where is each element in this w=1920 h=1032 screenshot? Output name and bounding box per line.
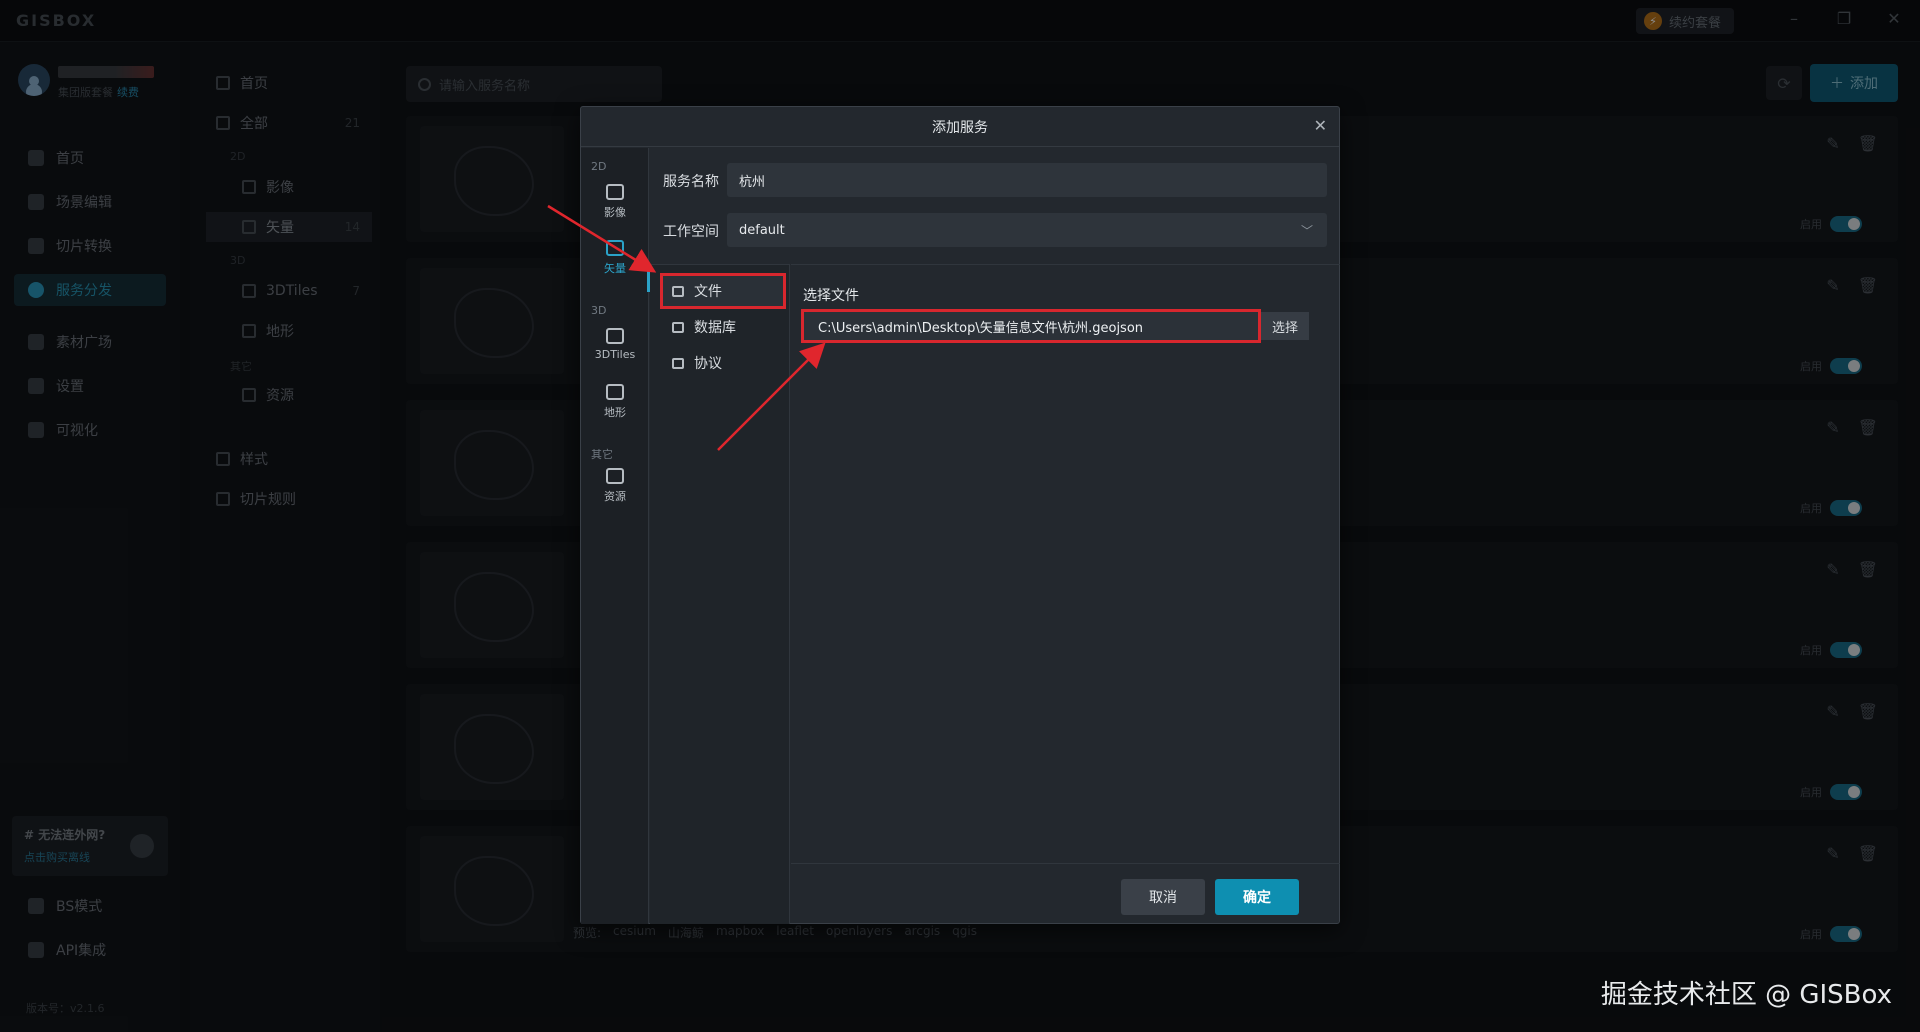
vector-icon	[606, 240, 624, 256]
type-section-other: 其它	[591, 448, 613, 461]
source-label: 文件	[694, 284, 722, 300]
workspace-select[interactable]: default ﹀	[727, 213, 1327, 247]
type-label: 3DTiles	[594, 348, 636, 361]
mountain-icon	[606, 384, 624, 400]
file-path-input[interactable]: C:\Users\admin\Desktop\矢量信息文件\杭州.geojson	[801, 309, 1261, 343]
type-label: 影像	[604, 206, 626, 219]
source-label: 协议	[694, 356, 722, 372]
folder-icon	[672, 285, 684, 297]
source-file[interactable]: 文件	[660, 273, 786, 309]
dialog-header: 添加服务 ✕	[581, 107, 1339, 147]
cancel-button[interactable]: 取消	[1121, 879, 1205, 915]
dialog-title: 添加服务	[932, 119, 988, 136]
choose-file-button[interactable]: 选择	[1261, 312, 1309, 340]
dialog-footer: 取消 确定	[791, 863, 1340, 924]
type-label: 矢量	[604, 262, 626, 275]
type-3dtiles[interactable]: 3DTiles	[581, 328, 649, 361]
cube-icon	[606, 328, 624, 344]
service-name-input[interactable]: 杭州	[727, 163, 1327, 197]
service-name-label: 服务名称	[663, 174, 719, 190]
chevron-down-icon: ﹀	[1300, 224, 1313, 238]
type-label: 资源	[604, 490, 626, 503]
type-imagery[interactable]: 影像	[581, 184, 649, 220]
protocol-icon	[672, 357, 684, 369]
type-section-2d: 2D	[591, 160, 607, 173]
type-resource[interactable]: 资源	[581, 468, 649, 504]
close-icon[interactable]: ✕	[1314, 116, 1327, 135]
watermark: 掘金技术社区 @ GISBox	[1600, 980, 1892, 1010]
type-section-3d: 3D	[591, 304, 607, 317]
select-file-title: 选择文件	[803, 288, 859, 304]
satellite-icon	[606, 184, 624, 200]
source-type-list: 文件 数据库 协议	[650, 264, 790, 924]
type-label: 地形	[604, 406, 626, 419]
type-vector[interactable]: 矢量	[581, 240, 650, 292]
workspace-value: default	[739, 222, 785, 238]
confirm-button[interactable]: 确定	[1215, 879, 1299, 915]
file-select-panel: 选择文件 C:\Users\admin\Desktop\矢量信息文件\杭州.ge…	[791, 264, 1340, 854]
source-label: 数据库	[694, 320, 736, 336]
add-service-dialog: 添加服务 ✕ 2D 影像 矢量 3D 3DTiles 地形 其它 资源 服务名称…	[580, 106, 1340, 924]
source-protocol[interactable]: 协议	[662, 347, 784, 379]
database-icon	[672, 321, 684, 333]
service-type-bar: 2D 影像 矢量 3D 3DTiles 地形 其它 资源	[581, 148, 650, 924]
type-terrain[interactable]: 地形	[581, 384, 649, 420]
resource-icon	[606, 468, 624, 484]
source-database[interactable]: 数据库	[662, 311, 784, 343]
workspace-label: 工作空间	[663, 224, 719, 240]
